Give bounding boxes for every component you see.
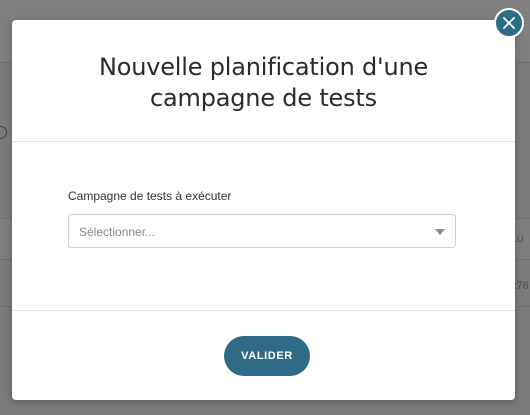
dialog-body: Campagne de tests à exécuter Sélectionne…: [12, 142, 515, 311]
campaign-field-label: Campagne de tests à exécuter: [68, 189, 232, 203]
background-radio-icon: [0, 126, 7, 139]
validate-button[interactable]: VALIDER: [224, 336, 310, 376]
campaign-select-placeholder: Sélectionner...: [79, 225, 156, 239]
close-button[interactable]: [494, 8, 524, 38]
dialog-footer: VALIDER: [12, 311, 515, 400]
schedule-campaign-dialog: Nouvelle planification d'une campagne de…: [12, 20, 515, 400]
campaign-select[interactable]: Sélectionner...: [68, 214, 456, 248]
dialog-header: Nouvelle planification d'une campagne de…: [12, 20, 515, 142]
dialog-title: Nouvelle planification d'une campagne de…: [98, 52, 429, 112]
caret-down-icon: [435, 229, 445, 235]
close-icon: [503, 17, 515, 29]
